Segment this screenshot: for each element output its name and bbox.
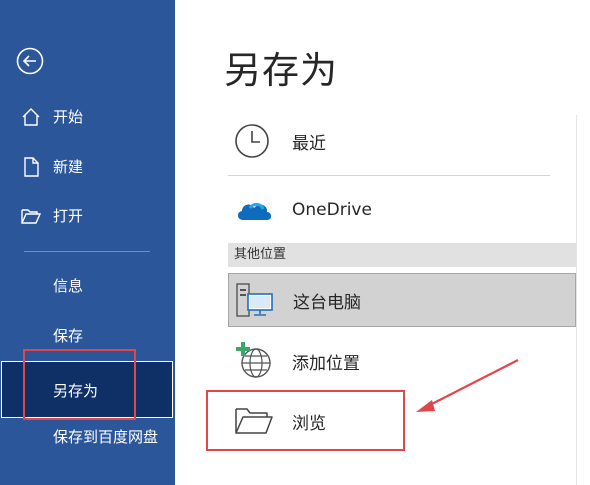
home-icon [20, 106, 42, 128]
sidebar-item-info[interactable]: 信息 [0, 265, 175, 305]
separator [228, 175, 550, 176]
annotation-arrow-icon [416, 359, 519, 412]
sidebar-item-label: 新建 [53, 157, 84, 176]
sidebar-item-save-to-baidu[interactable]: 保存到百度网盘 [53, 427, 163, 448]
sidebar-item-new[interactable]: 新建 [0, 146, 175, 186]
location-recent[interactable]: 最近 [228, 118, 576, 164]
sidebar-item-label: 打开 [53, 206, 84, 225]
other-locations-header: 其他位置 [228, 243, 576, 267]
sidebar-item-label: 信息 [53, 276, 84, 295]
highlight-box [206, 390, 405, 451]
back-arrow-icon[interactable] [16, 47, 44, 75]
clock-icon [234, 123, 270, 163]
sidebar-item-label: 保存 [53, 326, 84, 345]
location-label: OneDrive [292, 200, 372, 220]
sidebar-item-label: 开始 [53, 107, 84, 126]
backstage-sidebar: 开始 新建 打开 信息 保存 另存为 保存到百度网盘 [0, 0, 175, 485]
highlight-box [23, 349, 136, 420]
location-this-pc[interactable]: 这台电脑 [228, 273, 576, 327]
page-title: 另存为 [224, 49, 338, 92]
new-document-icon [20, 156, 42, 178]
location-label: 添加位置 [292, 353, 360, 374]
sidebar-item-home[interactable]: 开始 [0, 96, 175, 136]
cloud-icon [234, 196, 274, 228]
sidebar-divider [24, 251, 150, 252]
add-globe-icon [234, 341, 274, 385]
panel-border [576, 115, 577, 485]
location-add-place[interactable]: 添加位置 [228, 337, 576, 385]
location-label: 这台电脑 [293, 292, 361, 313]
open-folder-icon [20, 205, 42, 227]
sidebar-item-open[interactable]: 打开 [0, 195, 175, 235]
computer-icon [235, 282, 275, 324]
location-label: 最近 [292, 133, 326, 154]
location-onedrive[interactable]: OneDrive [228, 188, 576, 232]
